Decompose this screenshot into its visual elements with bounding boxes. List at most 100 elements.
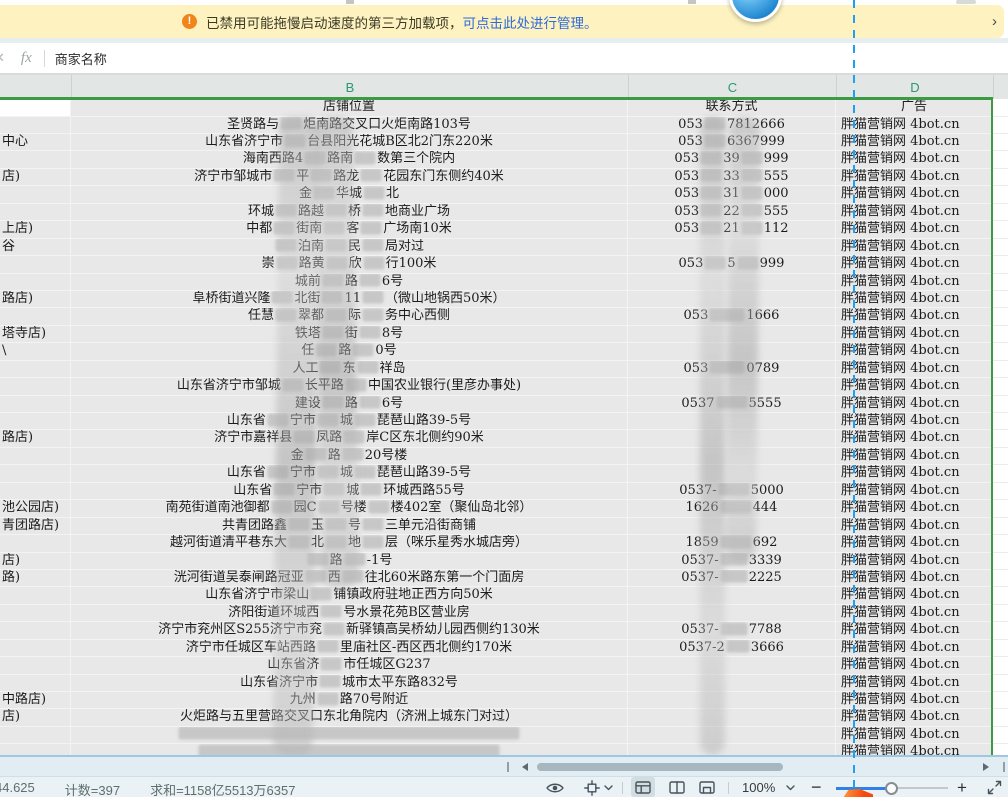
cell-location[interactable]: 济阳街道环城西号水景花苑B区营业房 (71, 605, 628, 622)
cell-empty[interactable] (993, 361, 1008, 378)
header-contact[interactable]: 联系方式 (628, 99, 836, 117)
cell-contact[interactable]: 0535999 (628, 256, 836, 273)
cell-contact[interactable]: 0531666 (628, 308, 836, 325)
fullscreen-icon[interactable] (987, 779, 1002, 796)
cell-contact[interactable] (628, 430, 836, 447)
cell-empty[interactable] (993, 378, 1008, 395)
cell-contact[interactable] (628, 744, 836, 755)
cell-contact[interactable] (628, 378, 836, 395)
split-view-button[interactable] (665, 777, 689, 797)
cell-empty[interactable] (993, 291, 1008, 308)
cell-ad[interactable]: 胖猫营销网 4bot.cn (836, 221, 993, 238)
cell-contact[interactable] (628, 657, 836, 674)
cell-contact[interactable]: 0537-23666 (628, 640, 836, 657)
cell-empty[interactable] (993, 151, 1008, 168)
cell-store-name[interactable]: 塔寺店) (0, 326, 71, 343)
cell-contact[interactable]: 0537-7788 (628, 622, 836, 639)
cell-store-name[interactable] (0, 675, 71, 692)
cell-empty[interactable] (993, 483, 1008, 500)
cell-store-name[interactable] (0, 274, 71, 291)
cell-empty[interactable] (993, 169, 1008, 186)
cell-contact[interactable] (628, 343, 836, 360)
column-header-e[interactable] (993, 75, 1008, 99)
cell-ad[interactable]: 胖猫营销网 4bot.cn (836, 134, 993, 151)
cell-empty[interactable] (993, 186, 1008, 203)
cell-location[interactable]: 海南西路4路南数第三个院内 (71, 151, 628, 168)
cell-store-name[interactable] (0, 204, 71, 221)
cell-ad[interactable]: 胖猫营销网 4bot.cn (836, 326, 993, 343)
cell-location[interactable]: 山东省济宁市邹城长平路中国农业银行(里彦办事处) (71, 378, 628, 395)
cell-ad[interactable]: 胖猫营销网 4bot.cn (836, 430, 993, 447)
cell-location[interactable]: 任路0号 (71, 343, 628, 360)
cell-empty[interactable] (993, 221, 1008, 238)
cell-empty[interactable] (993, 709, 1008, 726)
cell-ad[interactable]: 胖猫营销网 4bot.cn (836, 396, 993, 413)
cell-contact[interactable] (628, 605, 836, 622)
cell-store-name[interactable] (0, 151, 71, 168)
cell-contact[interactable]: 05321112 (628, 221, 836, 238)
column-header-c[interactable]: C (628, 75, 836, 99)
cell-store-name[interactable]: 池公园店) (0, 500, 71, 517)
cell-store-name[interactable]: 店) (0, 169, 71, 186)
scrollbar-thumb[interactable] (537, 763, 783, 771)
cell-ad[interactable]: 胖猫营销网 4bot.cn (836, 291, 993, 308)
cell-location[interactable]: 南苑街道南池御都园C号楼楼402室（聚仙岛北邻） (71, 500, 628, 517)
cell-ad[interactable]: 胖猫营销网 4bot.cn (836, 465, 993, 482)
cell-store-name[interactable]: 中心 (0, 134, 71, 151)
cancel-icon[interactable]: ✕ (0, 50, 5, 66)
cell-ad[interactable]: 胖猫营销网 4bot.cn (836, 553, 993, 570)
cell-contact[interactable]: 0536367999 (628, 134, 836, 151)
cell-location[interactable]: 金路20号楼 (71, 448, 628, 465)
cell-empty[interactable] (993, 605, 1008, 622)
cell-location[interactable]: 越河街道清平巷东大北地层（咪乐星秀水城店旁） (71, 535, 628, 552)
formula-input[interactable]: 商家名称 (55, 49, 107, 68)
cell-empty[interactable] (993, 274, 1008, 291)
cell-empty[interactable] (993, 518, 1008, 535)
cell-store-name[interactable] (0, 378, 71, 395)
cell-empty[interactable] (993, 640, 1008, 657)
cell-empty[interactable] (993, 744, 1008, 755)
cell-store-name[interactable]: 谷 (0, 239, 71, 256)
cell-contact[interactable] (628, 448, 836, 465)
cell-empty[interactable] (993, 465, 1008, 482)
scroll-right-arrow-icon[interactable] (983, 763, 989, 771)
cell-location[interactable]: 济宁市兖州区S255济宁市兖新驿镇高吴桥幼儿园西侧约130米 (71, 622, 628, 639)
cell-location[interactable]: 任慧翠都际务中心西侧 (71, 308, 628, 325)
cell-store-name[interactable] (0, 640, 71, 657)
cell-contact[interactable]: 0537-2225 (628, 570, 836, 587)
cell-store-name[interactable] (0, 117, 71, 134)
header-location[interactable]: 店铺位置 (71, 99, 628, 117)
cell-contact[interactable]: 1626444 (628, 500, 836, 517)
cell-empty[interactable] (993, 727, 1008, 744)
cell-location[interactable]: 人工东祥岛 (71, 361, 628, 378)
notification-manage-link[interactable]: 可点击此处进行管理。 (463, 12, 598, 32)
cell-contact[interactable]: 05331000 (628, 186, 836, 203)
cell-store-name[interactable]: 路) (0, 570, 71, 587)
cell-contact[interactable]: 0537-5000 (628, 483, 836, 500)
cell-location[interactable]: 九州路70号附近 (71, 692, 628, 709)
cell-contact[interactable]: 05375555 (628, 396, 836, 413)
notification-chevron-icon[interactable]: › (992, 13, 997, 30)
cell-location[interactable]: 山东省济宁市梁山铺镇政府驻地正西方向50米 (71, 587, 628, 604)
cell-store-name[interactable] (0, 413, 71, 430)
cell-contact[interactable] (628, 518, 836, 535)
cell-empty[interactable] (993, 500, 1008, 517)
cell-empty[interactable] (993, 326, 1008, 343)
cell-store-name[interactable] (0, 622, 71, 639)
cell-ad[interactable]: 胖猫营销网 4bot.cn (836, 361, 993, 378)
cell-contact[interactable] (628, 692, 836, 709)
cell-store-name[interactable]: \ (0, 343, 71, 360)
cell-store-name[interactable] (0, 361, 71, 378)
cell-contact[interactable]: 05333555 (628, 169, 836, 186)
cell-location[interactable]: 山东省济宁市台县阳光花城B区北2门东220米 (71, 134, 628, 151)
cell-contact[interactable]: 0530789 (628, 361, 836, 378)
horizontal-scrollbar[interactable] (0, 757, 1008, 776)
eye-icon[interactable] (546, 779, 564, 796)
cell-location[interactable]: 济宁市任城区车站西路里庙社区-西区西北侧约170米 (71, 640, 628, 657)
cell-location[interactable]: 金华城北 (71, 186, 628, 203)
column-header-a[interactable] (0, 75, 71, 99)
cell-empty[interactable] (993, 134, 1008, 151)
cell-store-name[interactable]: 店) (0, 709, 71, 726)
cell-ad[interactable]: 胖猫营销网 4bot.cn (836, 727, 993, 744)
cell-store-name[interactable] (0, 483, 71, 500)
